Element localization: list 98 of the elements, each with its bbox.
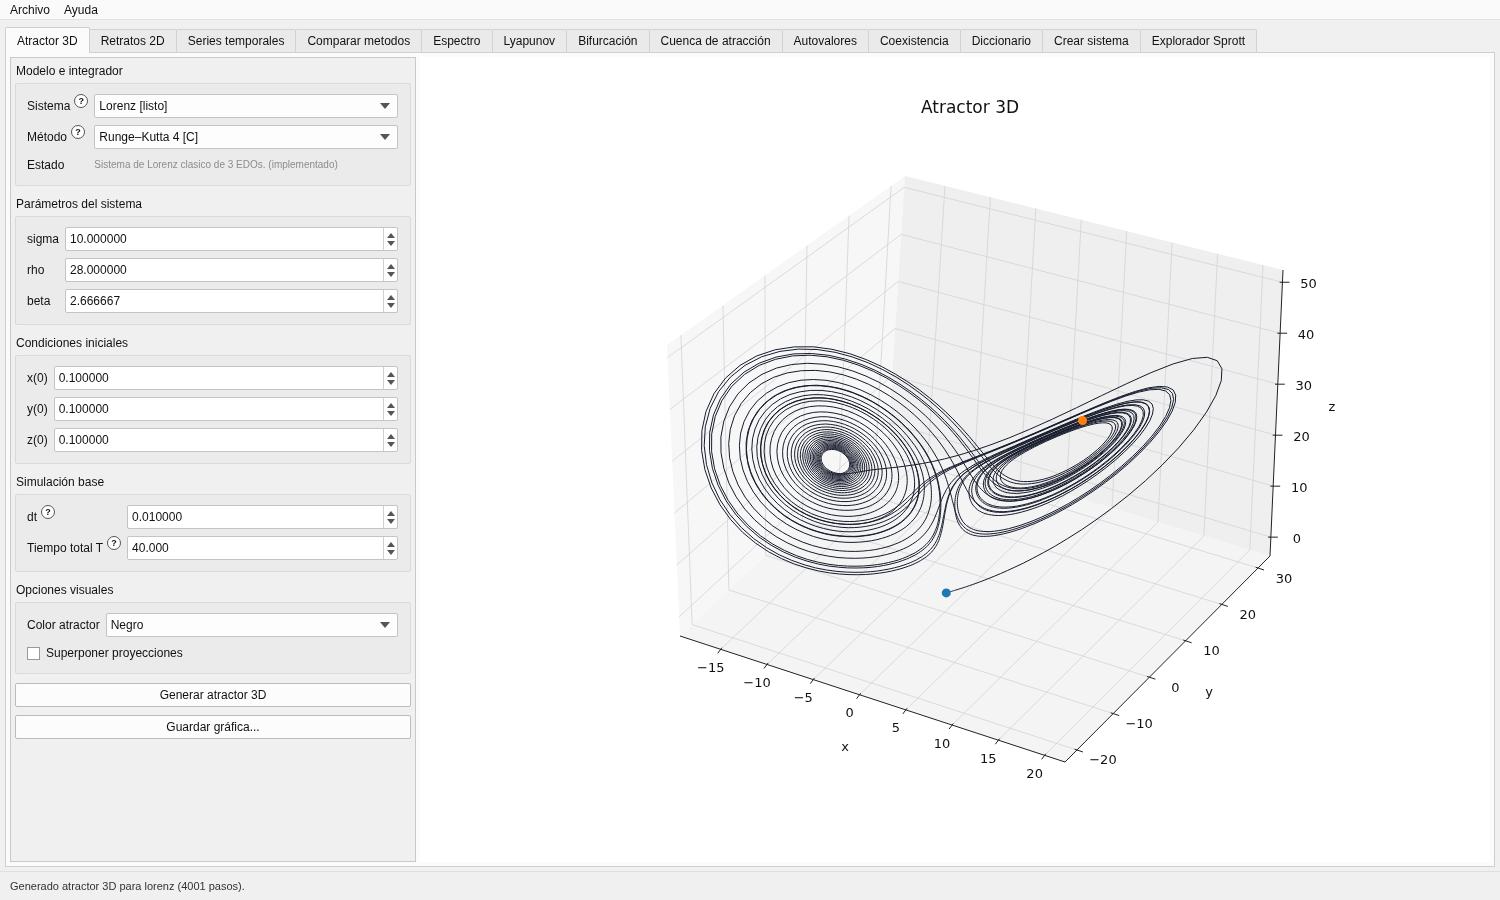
up-arrow-icon[interactable] xyxy=(386,232,395,238)
spin-box[interactable]: 2.666667 xyxy=(65,289,398,313)
tab[interactable]: Bifurcación xyxy=(566,29,650,52)
tab[interactable]: Lyapunov xyxy=(491,29,568,52)
caret-icon xyxy=(380,622,390,628)
tick-label: 5 xyxy=(891,720,900,736)
up-arrow-icon[interactable] xyxy=(386,263,395,269)
field-label: y(0) xyxy=(27,401,48,418)
help-icon[interactable]: ? xyxy=(71,125,86,139)
field-label: Color atractor xyxy=(27,617,100,634)
tick-label: 30 xyxy=(1275,570,1293,586)
spin-box[interactable]: 0.100000 xyxy=(53,366,398,390)
axis-label: z xyxy=(1328,398,1336,414)
push-button[interactable]: Generar atractor 3D xyxy=(15,683,411,707)
axis-label: x xyxy=(841,738,849,754)
tick-label: 10 xyxy=(933,735,951,751)
help-icon[interactable]: ? xyxy=(107,536,122,550)
up-arrow-icon[interactable] xyxy=(386,433,395,439)
spin-box[interactable]: 28.000000 xyxy=(65,258,398,282)
menu-item[interactable]: Archivo xyxy=(10,0,50,19)
field-label: sigma xyxy=(27,231,59,248)
up-arrow-icon[interactable] xyxy=(386,294,395,300)
tab[interactable]: Espectro xyxy=(421,29,493,52)
menu-item[interactable]: Ayuda xyxy=(64,0,98,19)
tick-label: 20 xyxy=(1026,765,1043,781)
spin-box[interactable]: 0.010000 xyxy=(127,505,398,529)
tab[interactable]: Series temporales xyxy=(175,29,297,52)
status-bar-text: Generado atractor 3D para lorenz (4001 pasos). xyxy=(10,878,245,894)
tick-label: −10 xyxy=(743,674,771,690)
field-label: Método xyxy=(27,129,68,146)
field-label: Tiempo total T xyxy=(27,540,104,557)
group-title: Condiciones iniciales xyxy=(15,335,130,351)
down-arrow-icon[interactable] xyxy=(386,518,395,524)
caret-icon xyxy=(380,134,390,140)
tick-label: 40 xyxy=(1297,326,1315,342)
field-label: Estado xyxy=(27,157,65,174)
help-icon[interactable]: ? xyxy=(41,505,55,519)
checkbox-label: Superponer proyecciones xyxy=(46,645,183,662)
field-label: rho xyxy=(27,262,45,279)
group-title: Opciones visuales xyxy=(15,582,115,598)
tab[interactable]: Crear sistema xyxy=(1042,29,1141,52)
up-arrow-icon[interactable] xyxy=(386,541,395,547)
end-point-marker xyxy=(1078,415,1087,425)
push-button[interactable]: Guardar gráfica... xyxy=(15,715,411,739)
tick-label: −15 xyxy=(697,659,725,675)
tab[interactable]: Explorador Sprott xyxy=(1139,29,1258,52)
checkbox[interactable] xyxy=(27,646,40,660)
tick-label: 10 xyxy=(1290,479,1308,495)
field-label: x(0) xyxy=(27,370,48,387)
tab[interactable]: Atractor 3D xyxy=(5,27,90,53)
tab[interactable]: Diccionario xyxy=(959,29,1043,52)
help-icon[interactable]: ? xyxy=(74,94,89,108)
down-arrow-icon[interactable] xyxy=(386,271,395,277)
dropdown[interactable]: Negro xyxy=(105,613,398,637)
down-arrow-icon[interactable] xyxy=(386,379,395,385)
tick-label: 0 xyxy=(1171,679,1180,695)
spin-box[interactable]: 0.100000 xyxy=(53,397,398,421)
spin-box[interactable]: 0.100000 xyxy=(53,428,398,452)
tick-label: 50 xyxy=(1300,275,1317,291)
tick-label: 20 xyxy=(1239,606,1257,622)
dropdown[interactable]: Runge–Kutta 4 [C] xyxy=(94,125,398,149)
axis-label: y xyxy=(1205,683,1213,699)
group-title: Modelo e integrador xyxy=(15,63,124,79)
tab[interactable]: Retratos 2D xyxy=(88,29,177,52)
tick-label: 0 xyxy=(845,705,854,721)
tab[interactable]: Comparar metodos xyxy=(295,29,423,52)
tab[interactable]: Cuenca de atracción xyxy=(648,29,783,52)
status-text: Sistema de Lorenz clasico de 3 EDOs. (implementado) xyxy=(94,158,339,172)
chart-title: Atractor 3D xyxy=(920,97,1020,117)
tick-label: 10 xyxy=(1203,643,1220,659)
tick-label: −10 xyxy=(1125,716,1153,732)
start-point-marker xyxy=(941,588,951,598)
tick-label: 15 xyxy=(980,750,997,766)
tick-label: 30 xyxy=(1295,377,1313,393)
tick-label: −20 xyxy=(1089,752,1117,768)
down-arrow-icon[interactable] xyxy=(386,240,395,246)
tab[interactable]: Coexistencia xyxy=(867,29,961,52)
caret-icon xyxy=(380,103,390,109)
up-arrow-icon[interactable] xyxy=(386,371,395,377)
field-label: beta xyxy=(27,293,51,310)
field-label: dt xyxy=(27,509,37,526)
down-arrow-icon[interactable] xyxy=(386,302,395,308)
field-label: Sistema xyxy=(27,98,71,115)
group-title: Parámetros del sistema xyxy=(15,196,144,212)
up-arrow-icon[interactable] xyxy=(386,510,395,516)
down-arrow-icon[interactable] xyxy=(386,441,395,447)
tick-label: 0 xyxy=(1292,530,1301,546)
tick-label: −5 xyxy=(793,690,813,706)
down-arrow-icon[interactable] xyxy=(386,549,395,555)
up-arrow-icon[interactable] xyxy=(386,402,395,408)
field-label: z(0) xyxy=(27,432,48,449)
spin-box[interactable]: 10.000000 xyxy=(65,227,398,251)
dropdown[interactable]: Lorenz [listo] xyxy=(94,94,398,118)
down-arrow-icon[interactable] xyxy=(386,410,395,416)
tab[interactable]: Autovalores xyxy=(781,29,869,52)
spin-box[interactable]: 40.000 xyxy=(127,536,398,560)
group-title: Simulación base xyxy=(15,474,106,490)
tick-label: 20 xyxy=(1293,428,1310,444)
